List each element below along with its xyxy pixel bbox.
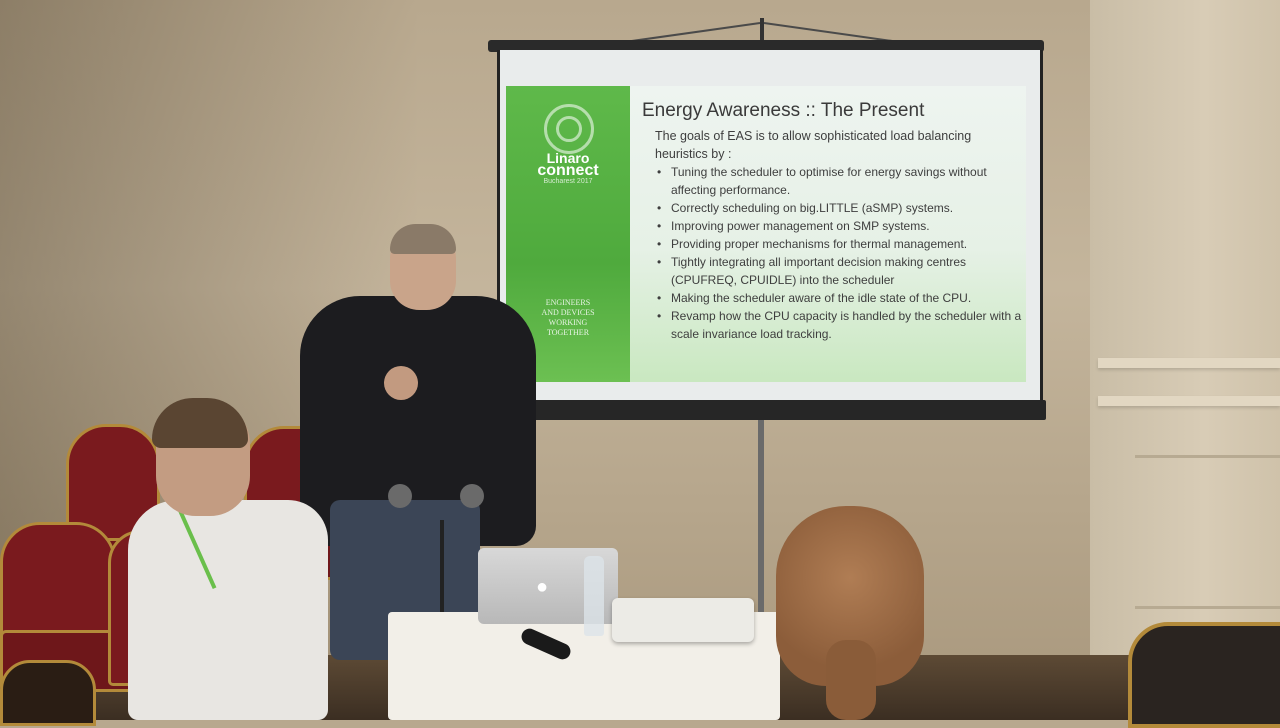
conference-scene: Linaro connect Bucharest 2017 ENGINEERS … <box>0 0 1280 728</box>
foreground-chair <box>1128 622 1280 728</box>
microphone <box>388 484 412 508</box>
slide-bullet: Tuning the scheduler to optimise for ene… <box>655 163 1023 199</box>
wall-panel-line <box>1135 606 1280 609</box>
projector <box>612 598 754 642</box>
apple-logo-icon: ● <box>536 576 549 598</box>
slide-intro: The goals of EAS is to allow sophisticat… <box>655 129 972 161</box>
tagline-line: ENGINEERS <box>545 298 591 307</box>
slide-bullet: Improving power management on SMP system… <box>655 217 1023 235</box>
screen-bottom-bar <box>500 400 1046 420</box>
screen-stand <box>758 420 764 620</box>
slide-bullet-list: Tuning the scheduler to optimise for ene… <box>655 163 1023 343</box>
presentation-slide: Linaro connect Bucharest 2017 ENGINEERS … <box>506 86 1026 382</box>
slide-title: Energy Awareness :: The Present <box>642 100 925 121</box>
presenter-hair <box>390 224 456 254</box>
seated-man-body <box>128 500 328 720</box>
microphone <box>460 484 484 508</box>
wall-panel-line <box>1135 455 1280 458</box>
slide-bullet: Revamp how the CPU capacity is handled b… <box>655 307 1023 343</box>
foreground-chair <box>0 660 96 726</box>
presenter-hand <box>384 366 418 400</box>
slide-bullet: Making the scheduler aware of the idle s… <box>655 289 1023 307</box>
screen-hanger <box>760 18 764 42</box>
slide-bullet: Correctly scheduling on big.LITTLE (aSMP… <box>655 199 1023 217</box>
slide-bullet: Tightly integrating all important decisi… <box>655 253 1023 289</box>
logo-date: Bucharest 2017 <box>543 178 593 185</box>
wall-molding <box>1098 396 1280 406</box>
audience-member-ponytail <box>826 640 876 720</box>
tagline-line: AND DEVICES <box>541 308 595 317</box>
slide-bullet: Providing proper mechanisms for thermal … <box>655 235 1023 253</box>
water-bottle <box>584 556 604 636</box>
linaro-logo-icon-inner <box>556 116 582 142</box>
wall-molding <box>1098 358 1280 368</box>
